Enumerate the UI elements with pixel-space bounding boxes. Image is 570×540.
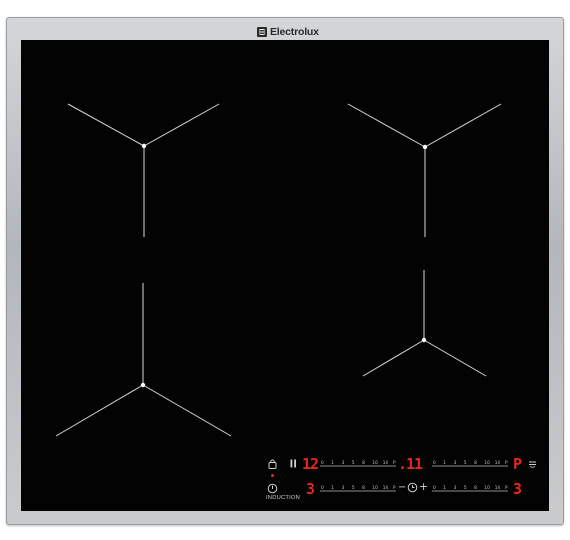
slider-tick-label: 0 (321, 460, 324, 465)
power-slider-top-right[interactable]: 0 1 3 5 8 10 14 P (432, 460, 508, 467)
timer-clock-icon[interactable] (407, 482, 418, 493)
slider-tick-label: 8 (362, 485, 365, 490)
slider-tick-label: 8 (362, 460, 365, 465)
slider-tick-label: P (393, 460, 396, 465)
slider-tick-label: 10 (372, 460, 378, 465)
power-boost-display: P (513, 455, 523, 473)
zone-center-dot (421, 337, 427, 343)
slider-tick-label: 8 (474, 460, 477, 465)
slider-tick-label: 1 (331, 485, 334, 490)
timer-plus-icon[interactable]: + (419, 481, 428, 492)
slider-tick-label: 1 (443, 460, 446, 465)
cooking-zone-top-right (347, 103, 502, 237)
zone-display-top-left: 12 (302, 455, 319, 473)
slider-tick-label: 10 (372, 485, 378, 490)
zone-display-bottom-right: 3 (513, 480, 523, 498)
cooking-zone-top-left (67, 103, 220, 237)
slider-tick-label: 3 (454, 460, 457, 465)
slider-tick-label: 14 (383, 460, 389, 465)
slider-tick-label: P (393, 485, 396, 490)
slider-tick-label: 3 (342, 460, 345, 465)
slider-tick-label: 5 (464, 485, 467, 490)
cooking-zone-bottom-left (55, 283, 232, 437)
pause-icon[interactable] (290, 459, 297, 468)
slider-tick-label: 0 (433, 460, 436, 465)
timer-minus-icon[interactable]: − (398, 483, 406, 493)
slider-tick-label: 0 (433, 485, 436, 490)
slider-tick-label: 5 (352, 460, 355, 465)
slider-tick-label: P (505, 460, 508, 465)
hob-hood-icon[interactable] (528, 459, 537, 468)
slider-tick-label: 10 (484, 485, 490, 490)
slider-tick-label: 5 (464, 460, 467, 465)
slider-tick-label: 14 (383, 485, 389, 490)
slider-tick-label: 1 (443, 485, 446, 490)
power-slider-bottom-right[interactable]: 0 1 3 5 8 10 14 P (432, 485, 508, 492)
zone-center-dot (140, 382, 146, 388)
cooking-zone-markings: 0 1 3 5 8 10 14 P 0 1 3 5 8 10 14 P 0 1 3 5 8 10 14 P 0 1 3 5 8 10 14 P (55, 103, 508, 492)
slider-tick-label: 5 (352, 485, 355, 490)
slider-tick-label: 1 (331, 460, 334, 465)
slider-tick-label: 3 (454, 485, 457, 490)
zone-center-dot (141, 143, 147, 149)
slider-tick-label: 0 (321, 485, 324, 490)
slider-tick-label: 10 (484, 460, 490, 465)
induction-label: INDUCTION (266, 495, 301, 501)
power-slider-bottom-left[interactable]: 0 1 3 5 8 10 14 P (320, 485, 396, 492)
zone-display-bottom-left: 3 (306, 480, 316, 498)
power-icon[interactable] (267, 483, 278, 494)
slider-tick-label: P (505, 485, 508, 490)
cooking-zone-bottom-right (362, 270, 487, 377)
slider-tick-label: 3 (342, 485, 345, 490)
power-slider-top-left[interactable]: 0 1 3 5 8 10 14 P (320, 460, 396, 467)
slider-tick-label: 14 (495, 485, 501, 490)
zone-center-dot (422, 144, 428, 150)
zone-display-top-right: .11 (398, 455, 423, 473)
slider-tick-label: 8 (474, 485, 477, 490)
slider-tick-label: 14 (495, 460, 501, 465)
lock-indicator-led (270, 474, 274, 477)
child-lock-icon[interactable] (268, 458, 277, 469)
